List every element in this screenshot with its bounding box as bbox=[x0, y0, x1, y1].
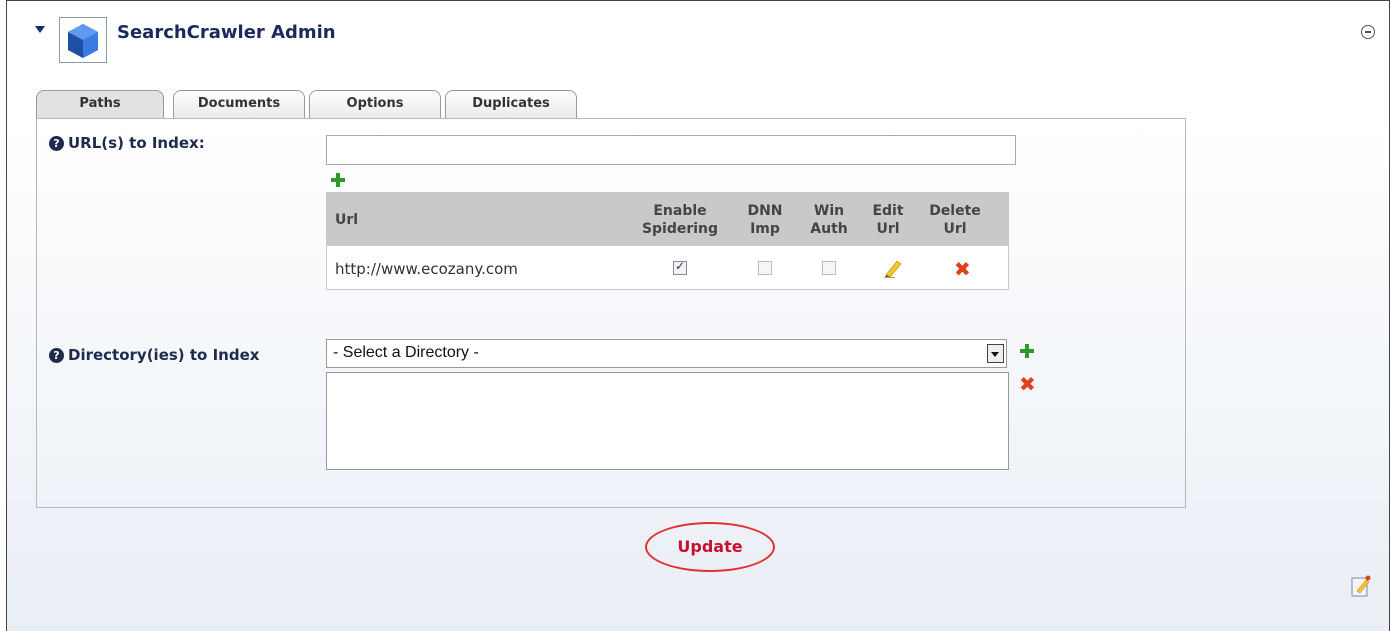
directory-select[interactable]: - Select a Directory - bbox=[326, 339, 1007, 368]
tab-paths[interactable]: Paths bbox=[36, 90, 164, 119]
triangle-down-icon[interactable] bbox=[35, 26, 45, 33]
win-auth-checkbox[interactable] bbox=[822, 261, 836, 275]
table-row-url: http://www.ecozany.com bbox=[335, 260, 518, 278]
module-container: SearchCrawler Admin Paths Documents Opti… bbox=[6, 0, 1390, 631]
col-delete-url-line1: Delete bbox=[929, 203, 981, 219]
url-table-header: Url Enable Spidering DNN Imp Win Auth Ed… bbox=[327, 193, 1008, 246]
col-edit-url-line2: Url bbox=[876, 221, 900, 237]
col-dnn-imp: DNN Imp bbox=[745, 202, 785, 238]
col-win-auth-line2: Auth bbox=[810, 221, 848, 237]
directory-list[interactable] bbox=[326, 372, 1009, 470]
question-circle-icon[interactable]: ? bbox=[49, 136, 64, 151]
urls-label-group: ? URL(s) to Index: bbox=[49, 134, 205, 152]
col-delete-url: Delete Url bbox=[925, 202, 985, 238]
add-url-plus-icon[interactable] bbox=[331, 173, 345, 187]
dirs-label: Directory(ies) to Index bbox=[68, 346, 260, 364]
add-directory-plus-icon[interactable] bbox=[1020, 344, 1034, 358]
chevron-down-icon[interactable] bbox=[987, 344, 1004, 363]
dirs-label-group: ? Directory(ies) to Index bbox=[49, 346, 259, 364]
tab-documents[interactable]: Documents bbox=[173, 90, 305, 118]
urls-label: URL(s) to Index: bbox=[68, 134, 205, 152]
dnn-imp-checkbox[interactable] bbox=[758, 261, 772, 275]
col-enable-spidering: Enable Spidering bbox=[640, 202, 720, 238]
tab-options[interactable]: Options bbox=[309, 90, 441, 118]
update-button[interactable]: Update bbox=[647, 537, 773, 556]
col-dnn-imp-line1: DNN bbox=[747, 203, 783, 219]
module-icon bbox=[59, 17, 107, 63]
remove-directory-x-icon[interactable]: ✖ bbox=[1019, 374, 1036, 394]
col-enable-spidering-line2: Spidering bbox=[641, 221, 719, 237]
module-title: SearchCrawler Admin bbox=[117, 22, 336, 43]
col-edit-url: Edit Url bbox=[870, 202, 906, 238]
col-edit-url-line1: Edit bbox=[872, 203, 904, 219]
question-circle-icon[interactable]: ? bbox=[49, 348, 64, 363]
edit-page-icon[interactable] bbox=[1351, 575, 1371, 597]
minus-circle-icon[interactable] bbox=[1361, 25, 1375, 39]
update-highlight-circle: Update bbox=[645, 522, 775, 572]
url-input[interactable] bbox=[326, 135, 1016, 165]
url-table: Url Enable Spidering DNN Imp Win Auth Ed… bbox=[326, 192, 1009, 290]
col-dnn-imp-line2: Imp bbox=[750, 221, 780, 237]
delete-x-icon[interactable]: ✖ bbox=[954, 259, 971, 279]
col-delete-url-line2: Url bbox=[943, 221, 967, 237]
col-enable-spidering-line1: Enable bbox=[653, 203, 707, 219]
tab-duplicates[interactable]: Duplicates bbox=[445, 90, 577, 118]
col-win-auth-line1: Win bbox=[813, 203, 845, 219]
col-win-auth: Win Auth bbox=[809, 202, 849, 238]
directory-select-value: - Select a Directory - bbox=[333, 344, 479, 361]
enable-spidering-checkbox[interactable] bbox=[673, 259, 687, 275]
col-url: Url bbox=[335, 212, 359, 228]
pencil-icon[interactable] bbox=[882, 258, 904, 278]
